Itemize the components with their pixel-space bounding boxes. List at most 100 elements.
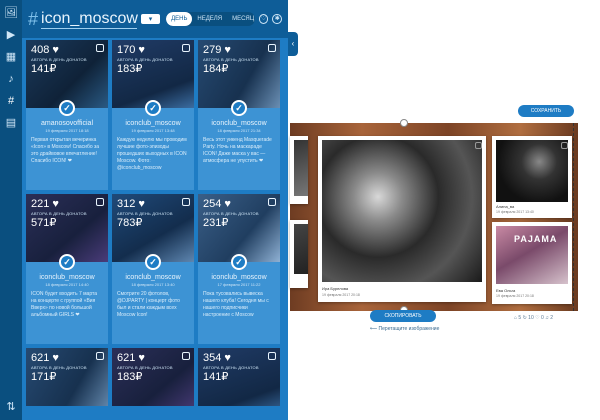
hashtag-input[interactable]: icon_moscow <box>41 10 138 29</box>
panel-header: # icon_moscow ▾ ДЕНЬ НЕДЕЛЯ МЕСЯЦ ♡ ✱ <box>22 0 288 38</box>
likes-count: 254 ♥ <box>203 198 231 210</box>
instagram-icon <box>182 352 190 360</box>
post-card[interactable]: 221 ♥ АВТОРА В ДЕНЬ ДОНАТОВ 571₽ ✓ iconc… <box>26 194 108 344</box>
tab-day[interactable]: ДЕНЬ <box>166 12 193 26</box>
post-username[interactable]: amanosovofficial <box>31 120 103 127</box>
save-button[interactable]: СОХРАНИТЬ <box>518 105 574 117</box>
image-icon[interactable]: 🖼 <box>4 6 18 20</box>
post-photo: 279 ♥ АВТОРА В ДЕНЬ ДОНАТОВ 184₽ <box>198 40 280 108</box>
list-icon[interactable]: ▤ <box>4 116 18 130</box>
collapse-panel-button[interactable]: ‹ <box>288 32 298 56</box>
price: 571₽ <box>31 217 57 229</box>
hash-symbol: # <box>28 8 39 29</box>
post-date: 18 февраля 2017 13:40 <box>131 282 175 287</box>
post-username[interactable]: iconclub_moscow <box>203 274 275 281</box>
drag-hint: ⟵ Перетащите изображение <box>370 326 440 332</box>
post-card[interactable]: 312 ♥ АВТОРА В ДЕНЬ ДОНАТОВ 783₽ ✓ iconc… <box>112 194 194 344</box>
post-photo: 221 ♥ АВТОРА В ДЕНЬ ДОНАТОВ 571₽ <box>26 194 108 262</box>
instagram-icon <box>268 198 276 206</box>
price: 141₽ <box>31 63 57 75</box>
period-tabs: ДЕНЬ НЕДЕЛЯ МЕСЯЦ <box>166 12 255 26</box>
post-text: ICON будет входить 7 марта на концерте с… <box>31 291 98 318</box>
check-icon[interactable]: ✓ <box>59 100 75 116</box>
filter-dropdown[interactable]: ▾ <box>141 14 161 24</box>
check-icon[interactable]: ✓ <box>231 100 247 116</box>
check-icon[interactable]: ✓ <box>145 254 161 270</box>
post-card[interactable]: 621 ♥ АВТОРА В ДЕНЬ ДОНАТОВ 171₽ <box>26 348 108 406</box>
post-date: 19 февраля 2017 13:48 <box>131 128 175 133</box>
price: 171₽ <box>31 371 57 383</box>
price: 141₽ <box>203 371 229 383</box>
post-username[interactable]: iconclub_moscow <box>31 274 103 281</box>
post-date: 18 февраля 2017 21:34 <box>217 128 261 133</box>
instagram-icon <box>96 198 104 206</box>
right-photo-user: Алина_ва <box>496 204 515 209</box>
check-icon[interactable]: ✓ <box>59 254 75 270</box>
likes-count: 621 ♥ <box>31 352 59 364</box>
post-date: 18 февраля 2017 14:40 <box>45 282 89 287</box>
main-photo-card[interactable]: Ира Бурелова 19 февраля 2017 20:18 <box>318 136 486 302</box>
hashtag-icon[interactable]: # <box>4 94 18 108</box>
post-username[interactable]: iconclub_moscow <box>117 274 189 281</box>
instagram-icon <box>561 142 568 149</box>
post-date: 17 февраля 2017 11:22 <box>217 282 261 287</box>
sort-icon[interactable]: ⇅ <box>4 400 18 414</box>
hashtag-panel: # icon_moscow ▾ ДЕНЬ НЕДЕЛЯ МЕСЯЦ ♡ ✱ 40… <box>22 0 288 420</box>
price: 183₽ <box>117 63 143 75</box>
instagram-icon <box>96 352 104 360</box>
resize-handle[interactable] <box>400 119 408 127</box>
likes-count: 621 ♥ <box>117 352 145 364</box>
check-icon[interactable]: ✓ <box>231 254 247 270</box>
post-card[interactable]: 279 ♥ АВТОРА В ДЕНЬ ДОНАТОВ 184₽ ✓ iconc… <box>198 40 280 190</box>
tab-month[interactable]: МЕСЯЦ <box>227 12 255 26</box>
heart-icon[interactable]: ♡ <box>258 14 269 24</box>
post-card[interactable]: 621 ♥ АВТОРА В ДЕНЬ ДОНАТОВ 183₽ <box>112 348 194 406</box>
post-card[interactable]: 170 ♥ АВТОРА В ДЕНЬ ДОНАТОВ 183₽ ✓ iconc… <box>112 40 194 190</box>
likes-count: 354 ♥ <box>203 352 231 364</box>
price: 783₽ <box>117 217 143 229</box>
post-photo: 354 ♥ АВТОРА В ДЕНЬ ДОНАТОВ 141₽ <box>198 348 280 406</box>
post-photo: 254 ♥ АВТОРА В ДЕНЬ ДОНАТОВ 231₽ <box>198 194 280 262</box>
post-username[interactable]: iconclub_moscow <box>203 120 275 127</box>
likes-count: 221 ♥ <box>31 198 59 210</box>
grid-icon[interactable]: ▦ <box>4 50 18 64</box>
right-photo-card[interactable]: PAJAMA Ева Ольга 19 февраля 2017 20:18 <box>492 222 572 304</box>
post-photo: 408 ♥ АВТОРА В ДЕНЬ ДОНАТОВ 141₽ <box>26 40 108 108</box>
board-edge <box>573 123 578 311</box>
chevron-down-icon: ▾ <box>148 16 153 23</box>
instagram-icon <box>475 142 482 149</box>
left-photo-card[interactable] <box>290 220 308 288</box>
copy-button[interactable]: СКОПИРОВАТЬ <box>370 310 436 322</box>
post-card[interactable]: 408 ♥ АВТОРА В ДЕНЬ ДОНАТОВ 141₽ ✓ amano… <box>26 40 108 190</box>
post-username[interactable]: iconclub_moscow <box>117 120 189 127</box>
check-icon[interactable]: ✓ <box>145 100 161 116</box>
pajama-logo: PAJAMA <box>514 234 558 244</box>
likes-count: 170 ♥ <box>117 44 145 56</box>
left-photo-card[interactable] <box>290 136 308 204</box>
music-icon[interactable]: ♪ <box>4 72 18 86</box>
instagram-icon <box>96 44 104 52</box>
post-photo: 621 ♥ АВТОРА В ДЕНЬ ДОНАТОВ 171₽ <box>26 348 108 406</box>
play-icon[interactable]: ▶ <box>4 28 18 42</box>
likes-count: 279 ♥ <box>203 44 231 56</box>
right-photo: PAJAMA <box>496 226 568 284</box>
instagram-icon <box>268 352 276 360</box>
post-card[interactable]: 254 ♥ АВТОРА В ДЕНЬ ДОНАТОВ 231₽ ✓ iconc… <box>198 194 280 344</box>
price: 231₽ <box>203 217 229 229</box>
right-photo-user: Ева Ольга <box>496 288 516 293</box>
left-photo <box>294 140 308 196</box>
instagram-icon <box>182 198 190 206</box>
post-date: 19 февраля 2017 18:18 <box>45 128 89 133</box>
posts-grid: 408 ♥ АВТОРА В ДЕНЬ ДОНАТОВ 141₽ ✓ amano… <box>26 40 286 406</box>
post-photo: 170 ♥ АВТОРА В ДЕНЬ ДОНАТОВ 183₽ <box>112 40 194 108</box>
price: 184₽ <box>203 63 229 75</box>
tab-week[interactable]: НЕДЕЛЯ <box>192 12 227 26</box>
post-card[interactable]: 354 ♥ АВТОРА В ДЕНЬ ДОНАТОВ 141₽ <box>198 348 280 406</box>
footer-counts: ⌂ 5 ↻ 10 ♡ 0 ♫ 2 <box>514 315 554 321</box>
right-photo-card[interactable]: Алина_ва 19 февраля 2017 13:40 <box>492 136 572 218</box>
likes-count: 408 ♥ <box>31 44 59 56</box>
post-text: Каждую неделю мы проводим лучшие фото-эп… <box>117 137 187 171</box>
right-photo-date: 19 февраля 2017 20:18 <box>496 294 534 298</box>
app: 🖼 ▶ ▦ ♪ # ▤ ⇅ # icon_moscow ▾ ДЕНЬ НЕДЕЛ… <box>0 0 600 420</box>
settings-icon[interactable]: ✱ <box>272 14 283 24</box>
